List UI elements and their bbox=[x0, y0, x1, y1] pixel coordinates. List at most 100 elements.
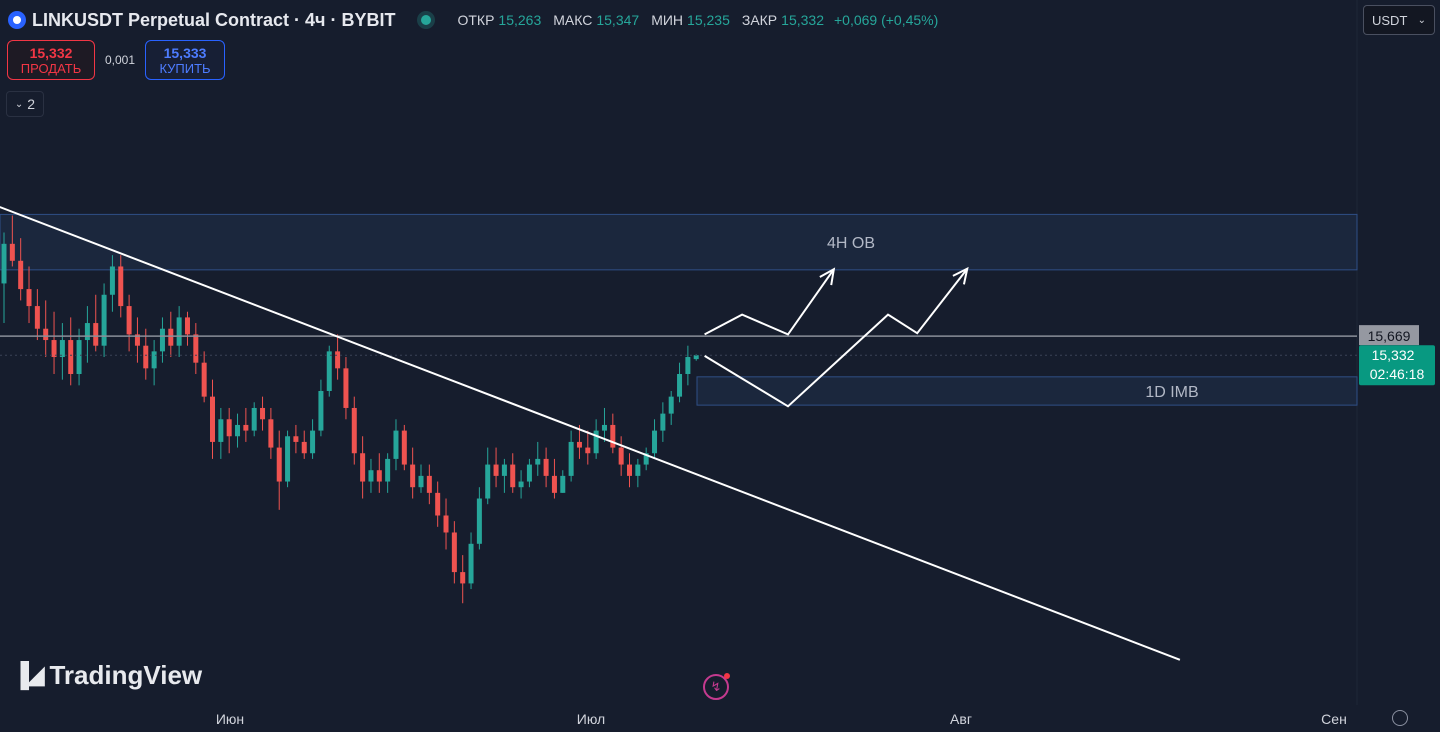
candle-body bbox=[660, 413, 666, 431]
candle-body bbox=[18, 260, 24, 290]
ohlc-close-key: ЗАКР bbox=[741, 12, 778, 28]
candle-body bbox=[451, 532, 457, 573]
candle-body bbox=[510, 464, 516, 488]
ohlc-low-value: 15,235 bbox=[687, 12, 730, 28]
candle-body bbox=[26, 289, 32, 307]
candle-body bbox=[118, 266, 124, 307]
candle-body bbox=[393, 430, 399, 459]
candle-body bbox=[493, 464, 499, 476]
price-label-text: 15,669 bbox=[1368, 328, 1411, 344]
candle-body bbox=[276, 447, 282, 482]
buy-price: 15,333 bbox=[163, 44, 207, 61]
currency-select[interactable]: USDT ⌄ bbox=[1363, 5, 1435, 35]
sell-price: 15,332 bbox=[29, 44, 73, 61]
candle-body bbox=[143, 345, 149, 369]
candle-body bbox=[235, 424, 241, 437]
candle-body bbox=[159, 328, 165, 352]
candle-body bbox=[693, 355, 699, 360]
candle-body bbox=[218, 419, 224, 442]
candle-body bbox=[68, 340, 74, 374]
candle-body bbox=[268, 419, 274, 448]
zone-label: 1D IMB bbox=[1145, 384, 1198, 401]
trade-panel: 15,332 ПРОДАТЬ 0,001 15,333 КУПИТЬ bbox=[7, 40, 226, 80]
candle-body bbox=[226, 419, 232, 437]
spread-value: 0,001 bbox=[105, 53, 136, 67]
candle-body bbox=[201, 362, 207, 397]
candle-body bbox=[535, 458, 541, 465]
candle-body bbox=[410, 464, 416, 488]
candle-body bbox=[126, 306, 132, 335]
candle-body bbox=[468, 543, 474, 584]
candle-body bbox=[601, 424, 607, 431]
candle-body bbox=[460, 572, 466, 584]
candle-body bbox=[343, 368, 349, 408]
buy-button[interactable]: 15,333 КУПИТЬ bbox=[145, 40, 226, 80]
candle-body bbox=[243, 424, 249, 431]
indicators-count: 2 bbox=[27, 96, 36, 112]
candle-body bbox=[285, 436, 291, 482]
candle-body bbox=[385, 458, 391, 482]
candle-body bbox=[560, 475, 566, 493]
candle-body bbox=[518, 481, 524, 488]
candle-body bbox=[627, 464, 632, 476]
time-tick-label: Сен bbox=[1321, 711, 1347, 727]
ohlc-low-key: МИН bbox=[651, 12, 684, 28]
candle-body bbox=[685, 357, 691, 374]
bolt-icon[interactable]: ↯ bbox=[703, 673, 730, 700]
candle-body bbox=[318, 390, 324, 431]
candle-body bbox=[1, 243, 7, 284]
zone-label: 4H OB bbox=[827, 235, 875, 252]
candle-body bbox=[401, 430, 407, 465]
candle-body bbox=[426, 475, 432, 493]
candle-body bbox=[610, 424, 616, 448]
zone-0 bbox=[0, 213, 1358, 271]
sell-button[interactable]: 15,332 ПРОДАТЬ bbox=[7, 40, 95, 80]
buy-label: КУПИТЬ bbox=[159, 60, 211, 76]
candle-body bbox=[585, 447, 591, 454]
chevron-down-icon: ⌄ bbox=[14, 98, 24, 110]
candle-body bbox=[351, 407, 357, 454]
chevron-down-icon: ⌄ bbox=[1417, 14, 1426, 26]
candle-body bbox=[443, 515, 449, 533]
candle-body bbox=[176, 317, 182, 346]
candle-body bbox=[51, 340, 57, 358]
time-tick-label: Авг bbox=[950, 711, 972, 727]
candle-body bbox=[251, 407, 257, 431]
candle-body bbox=[376, 470, 382, 482]
candle-body bbox=[618, 447, 624, 465]
zone-1 bbox=[696, 376, 1358, 406]
settings-gear-icon[interactable] bbox=[1392, 710, 1408, 726]
candle-body bbox=[101, 294, 107, 346]
candle-body bbox=[476, 498, 482, 544]
candle-body bbox=[576, 441, 582, 448]
candle-body bbox=[326, 351, 332, 391]
candle-body bbox=[109, 266, 115, 295]
candle-body bbox=[418, 475, 424, 488]
candle-body bbox=[93, 323, 99, 346]
bar-countdown-text: 02:46:18 bbox=[1370, 366, 1425, 382]
candle-body bbox=[568, 441, 574, 476]
candle-body bbox=[9, 243, 15, 261]
ohlc-open-value: 15,263 bbox=[498, 12, 542, 28]
candle-body bbox=[652, 430, 658, 454]
candle-body bbox=[260, 407, 266, 420]
candle-body bbox=[593, 430, 599, 454]
chart-header: LINKUSDT Perpetual Contract · 4ч · BYBIT… bbox=[8, 8, 938, 32]
ohlc-open-key: ОТКР bbox=[457, 12, 495, 28]
ohlc-high-value: 15,347 bbox=[596, 12, 640, 28]
ohlc-close-value: 15,332 bbox=[781, 12, 824, 28]
candle-body bbox=[635, 464, 641, 476]
price-chart[interactable]: 4H OB1D IMB 20,00019,00018,00017,00016,0… bbox=[0, 0, 1440, 732]
candle-body bbox=[526, 464, 532, 482]
ohlc-values: ОТКР 15,263 МАКС 15,347 МИН 15,235 ЗАКР 15,3… bbox=[449, 12, 938, 28]
candle-body bbox=[59, 340, 65, 358]
candle-body bbox=[435, 492, 441, 516]
symbol-title[interactable]: LINKUSDT Perpetual Contract · 4ч · BYBIT bbox=[32, 10, 395, 31]
candle-body bbox=[193, 334, 199, 363]
indicators-collapse-button[interactable]: ⌄ 2 bbox=[6, 91, 44, 117]
tradingview-logo: ▐◢ TradingView bbox=[12, 660, 202, 691]
candle-body bbox=[335, 351, 341, 369]
candle-body bbox=[34, 306, 40, 329]
candle-body bbox=[360, 453, 366, 482]
candle-body bbox=[677, 374, 683, 397]
